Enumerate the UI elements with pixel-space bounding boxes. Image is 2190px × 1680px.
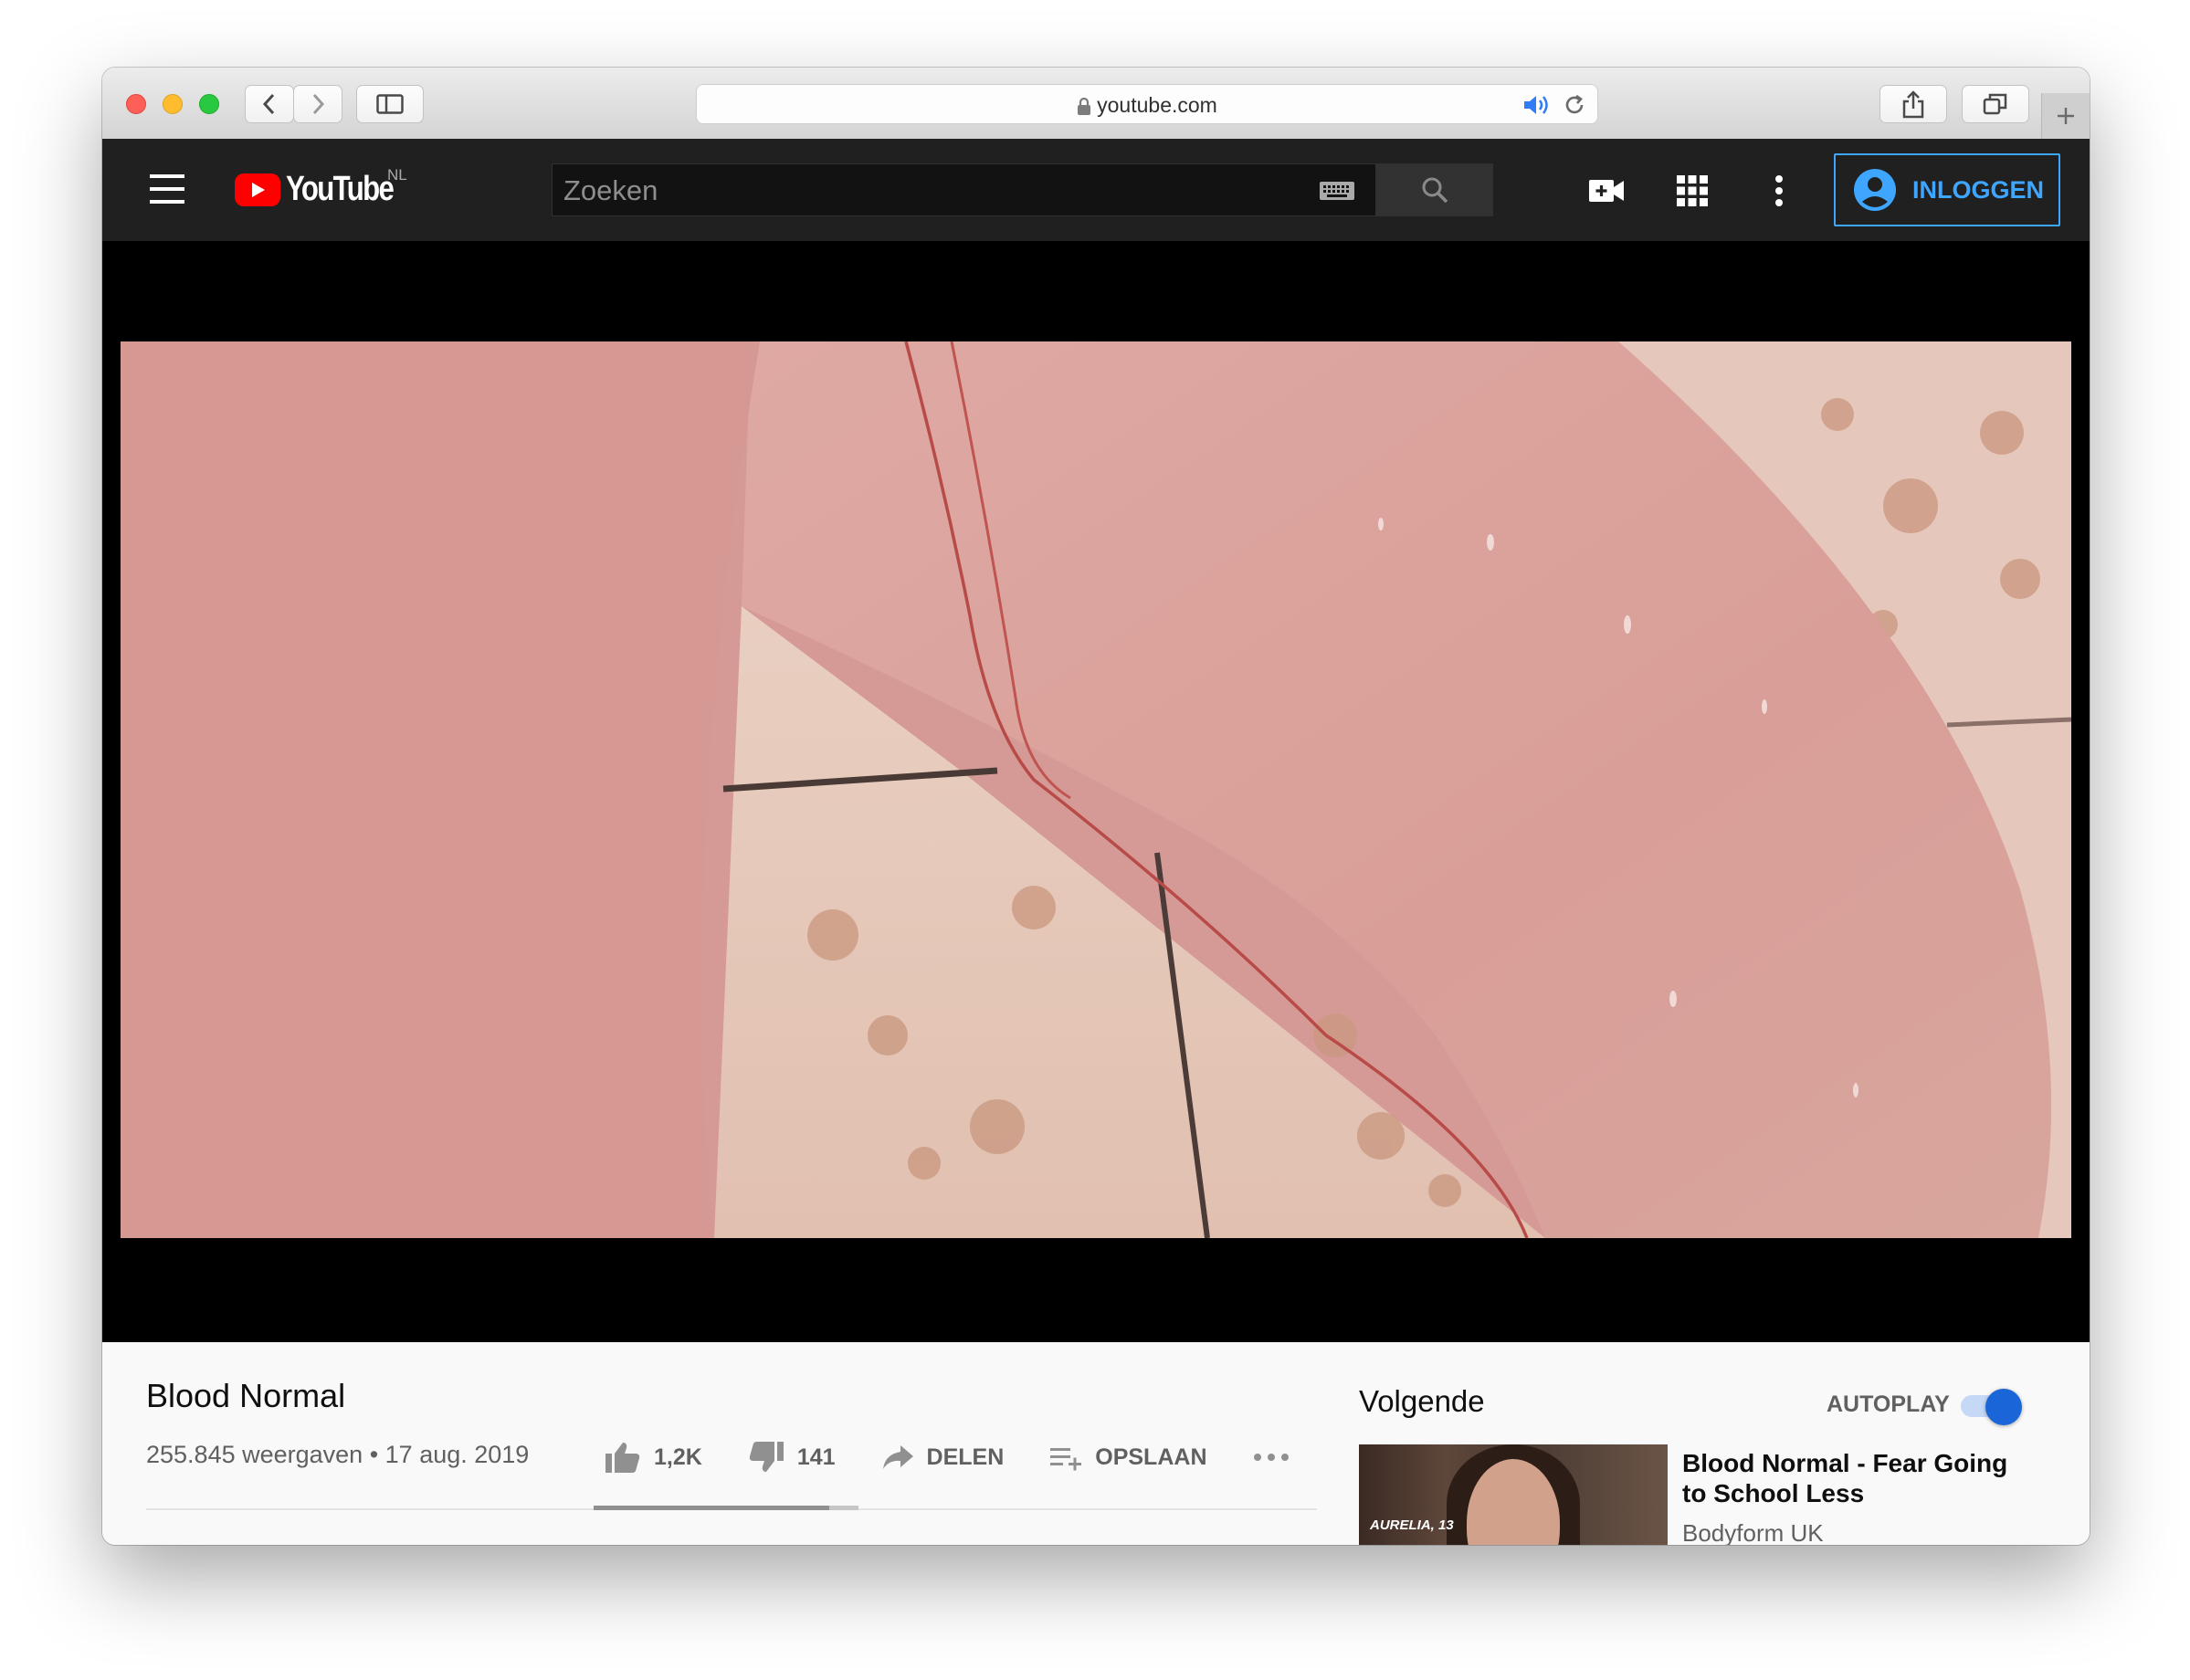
new-tab-button[interactable] xyxy=(2041,93,2090,139)
plus-icon xyxy=(2058,108,2074,124)
share-label: DELEN xyxy=(926,1444,1005,1470)
search-button[interactable] xyxy=(1376,163,1493,216)
save-label: OPSLAAN xyxy=(1095,1444,1207,1470)
create-video-icon[interactable] xyxy=(1585,170,1627,212)
like-count: 1,2K xyxy=(654,1444,702,1470)
share-video-button[interactable]: DELEN xyxy=(881,1444,1005,1471)
speaker-icon[interactable] xyxy=(1522,94,1553,116)
browser-toolbar: youtube.com xyxy=(102,68,2090,140)
video-player[interactable] xyxy=(102,241,2090,1342)
autoplay-toggle-knob[interactable] xyxy=(1985,1389,2022,1425)
share-icon xyxy=(1902,90,1924,119)
reload-icon[interactable] xyxy=(1563,93,1586,117)
chevron-right-icon xyxy=(312,93,325,115)
dislike-count: 141 xyxy=(796,1444,836,1470)
recommended-video-title[interactable]: Blood Normal - Fear Going to School Less xyxy=(1682,1448,2029,1508)
back-button[interactable] xyxy=(245,85,294,123)
sidebar-toggle-button[interactable] xyxy=(356,85,424,123)
logo-wordmark: YouTube xyxy=(286,170,395,208)
close-window-button[interactable] xyxy=(126,94,146,114)
keyboard-icon[interactable] xyxy=(1319,180,1355,202)
video-meta: 255.845 weergaven • 17 aug. 2019 xyxy=(146,1441,529,1469)
view-count: 255.845 weergaven xyxy=(146,1441,363,1468)
video-info-section: Blood Normal 255.845 weergaven • 17 aug.… xyxy=(102,1342,2090,1545)
video-frame[interactable] xyxy=(121,341,2071,1238)
share-button[interactable] xyxy=(1879,85,1947,123)
more-actions-button[interactable] xyxy=(1253,1453,1302,1462)
thumbs-up-icon xyxy=(605,1443,640,1473)
video-actions: 1,2K 141 DELEN OPSLAAN xyxy=(605,1437,1348,1477)
thumbnail-caption: AURELIA, 13 xyxy=(1370,1517,1454,1533)
meta-separator: • xyxy=(363,1441,385,1468)
search-input[interactable] xyxy=(553,164,1296,217)
address-bar[interactable]: youtube.com xyxy=(696,84,1598,124)
apps-grid-icon[interactable] xyxy=(1671,170,1713,212)
save-button[interactable]: OPSLAAN xyxy=(1049,1444,1207,1471)
forward-button[interactable] xyxy=(293,85,342,123)
youtube-play-logo-icon xyxy=(235,173,280,206)
sidebar-icon xyxy=(376,94,404,114)
more-options-icon[interactable] xyxy=(1758,170,1800,212)
dislike-button[interactable]: 141 xyxy=(748,1441,836,1474)
youtube-masthead: YouTube NL INLOGGEN xyxy=(102,139,2090,241)
tabs-overview-button[interactable] xyxy=(1962,85,2029,123)
hamburger-menu-icon[interactable] xyxy=(150,174,184,204)
up-next-heading: Volgende xyxy=(1359,1384,1485,1418)
search-box xyxy=(552,163,1376,217)
search-icon xyxy=(1422,177,1448,204)
thumbs-down-icon xyxy=(749,1442,784,1472)
video-frame-image xyxy=(121,341,2071,1238)
lock-icon xyxy=(1078,97,1091,115)
share-arrow-icon xyxy=(882,1445,913,1469)
sign-in-button[interactable]: INLOGGEN xyxy=(1834,153,2060,226)
upload-date: 17 aug. 2019 xyxy=(384,1441,530,1468)
zoom-window-button[interactable] xyxy=(199,94,219,114)
more-horizontal-icon xyxy=(1253,1454,1289,1461)
video-title: Blood Normal xyxy=(146,1377,346,1414)
tabs-icon xyxy=(1983,93,2007,115)
chevron-left-icon xyxy=(262,93,275,115)
minimize-window-button[interactable] xyxy=(163,94,183,114)
sign-in-label: INLOGGEN xyxy=(1912,175,2045,204)
region-code: NL xyxy=(387,166,407,184)
sentiment-bar-likes xyxy=(594,1506,829,1510)
account-avatar-icon xyxy=(1854,169,1896,211)
browser-window: youtube.com YouTube NL Zoeken INLOGGEN B… xyxy=(102,68,2090,1545)
recommended-video-thumbnail[interactable]: AURELIA, 13 xyxy=(1359,1444,1668,1545)
like-button[interactable]: 1,2K xyxy=(605,1441,702,1474)
recommended-video-channel[interactable]: Bodyform UK xyxy=(1682,1519,1824,1545)
autoplay-label: AUTOPLAY xyxy=(1827,1391,1950,1417)
playlist-add-icon xyxy=(1050,1448,1082,1471)
url-text: youtube.com xyxy=(1097,93,1217,117)
